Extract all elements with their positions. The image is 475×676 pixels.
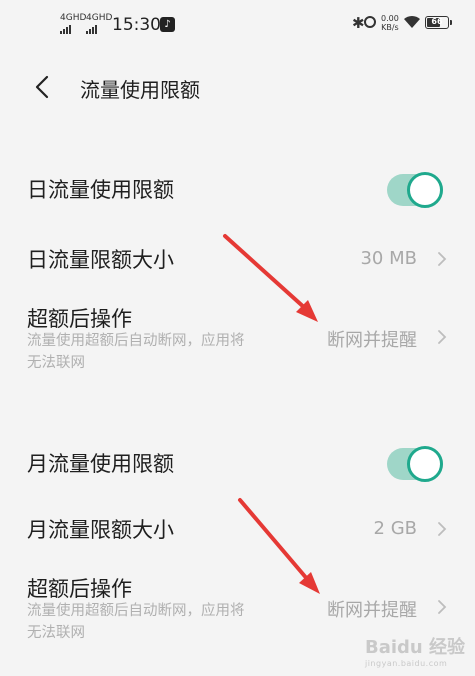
chevron-right-icon [438, 522, 447, 536]
signal-label-1: 4GHD [60, 13, 87, 23]
signal-icon-1: 4GHD [60, 14, 86, 34]
signal-label-2: 4GHD [86, 13, 113, 23]
daily-size-value: 30 MB [360, 248, 417, 269]
daily-size-row[interactable]: 日流量限额大小 30 MB [0, 238, 475, 278]
daily-limit-row[interactable]: 日流量使用限额 [0, 168, 475, 208]
tiktok-icon: ♪ [160, 17, 175, 32]
monthly-action-desc: 流量使用超额后自动断网，应用将无法联网 [27, 603, 245, 641]
daily-size-label: 日流量限额大小 [27, 248, 174, 272]
daily-action-row[interactable]: 超额后操作 流量使用超额后自动断网，应用将无法联网 断网并提醒 [0, 298, 475, 378]
wifi-icon [404, 15, 420, 28]
chevron-right-icon [438, 252, 447, 266]
monthly-size-value: 2 GB [373, 518, 417, 539]
net-speed: 0.00 KB/s [381, 14, 399, 32]
signal-icon-2: 4GHD [86, 14, 112, 34]
watermark-text: Baidu 经验 [364, 637, 465, 658]
battery-percent: 66 [431, 17, 443, 26]
net-speed-value: 0.00 [381, 14, 399, 23]
chevron-right-icon [438, 330, 447, 344]
watermark: Baidu 经验 jingyan.baidu.com [365, 633, 465, 668]
battery-icon: 66 [425, 16, 452, 29]
daily-limit-label: 日流量使用限额 [27, 178, 174, 202]
watermark-sub: jingyan.baidu.com [364, 659, 448, 668]
status-bar: 4GHD 4GHD 15:30 ♪ ✱ 0.00 KB/s 66 [0, 0, 475, 50]
page-title: 流量使用限额 [80, 78, 200, 102]
page-header: 流量使用限额 [0, 62, 475, 112]
monthly-action-value: 断网并提醒 [327, 600, 417, 621]
monthly-size-label: 月流量限额大小 [27, 518, 174, 542]
monthly-action-label: 超额后操作 [27, 577, 132, 601]
daily-action-value: 断网并提醒 [327, 330, 417, 351]
monthly-limit-toggle[interactable] [387, 446, 443, 482]
status-time: 15:30 [112, 15, 161, 35]
monthly-limit-row[interactable]: 月流量使用限额 [0, 442, 475, 482]
daily-action-label: 超额后操作 [27, 307, 132, 331]
monthly-limit-label: 月流量使用限额 [27, 452, 174, 476]
bluetooth-icon: ✱ [352, 14, 365, 32]
daily-limit-toggle[interactable] [387, 172, 443, 208]
net-speed-unit: KB/s [381, 23, 399, 32]
daily-action-desc: 流量使用超额后自动断网，应用将无法联网 [27, 333, 245, 371]
monthly-size-row[interactable]: 月流量限额大小 2 GB [0, 508, 475, 548]
chevron-right-icon [438, 600, 447, 614]
alarm-icon [364, 16, 376, 28]
back-icon[interactable] [30, 74, 56, 100]
